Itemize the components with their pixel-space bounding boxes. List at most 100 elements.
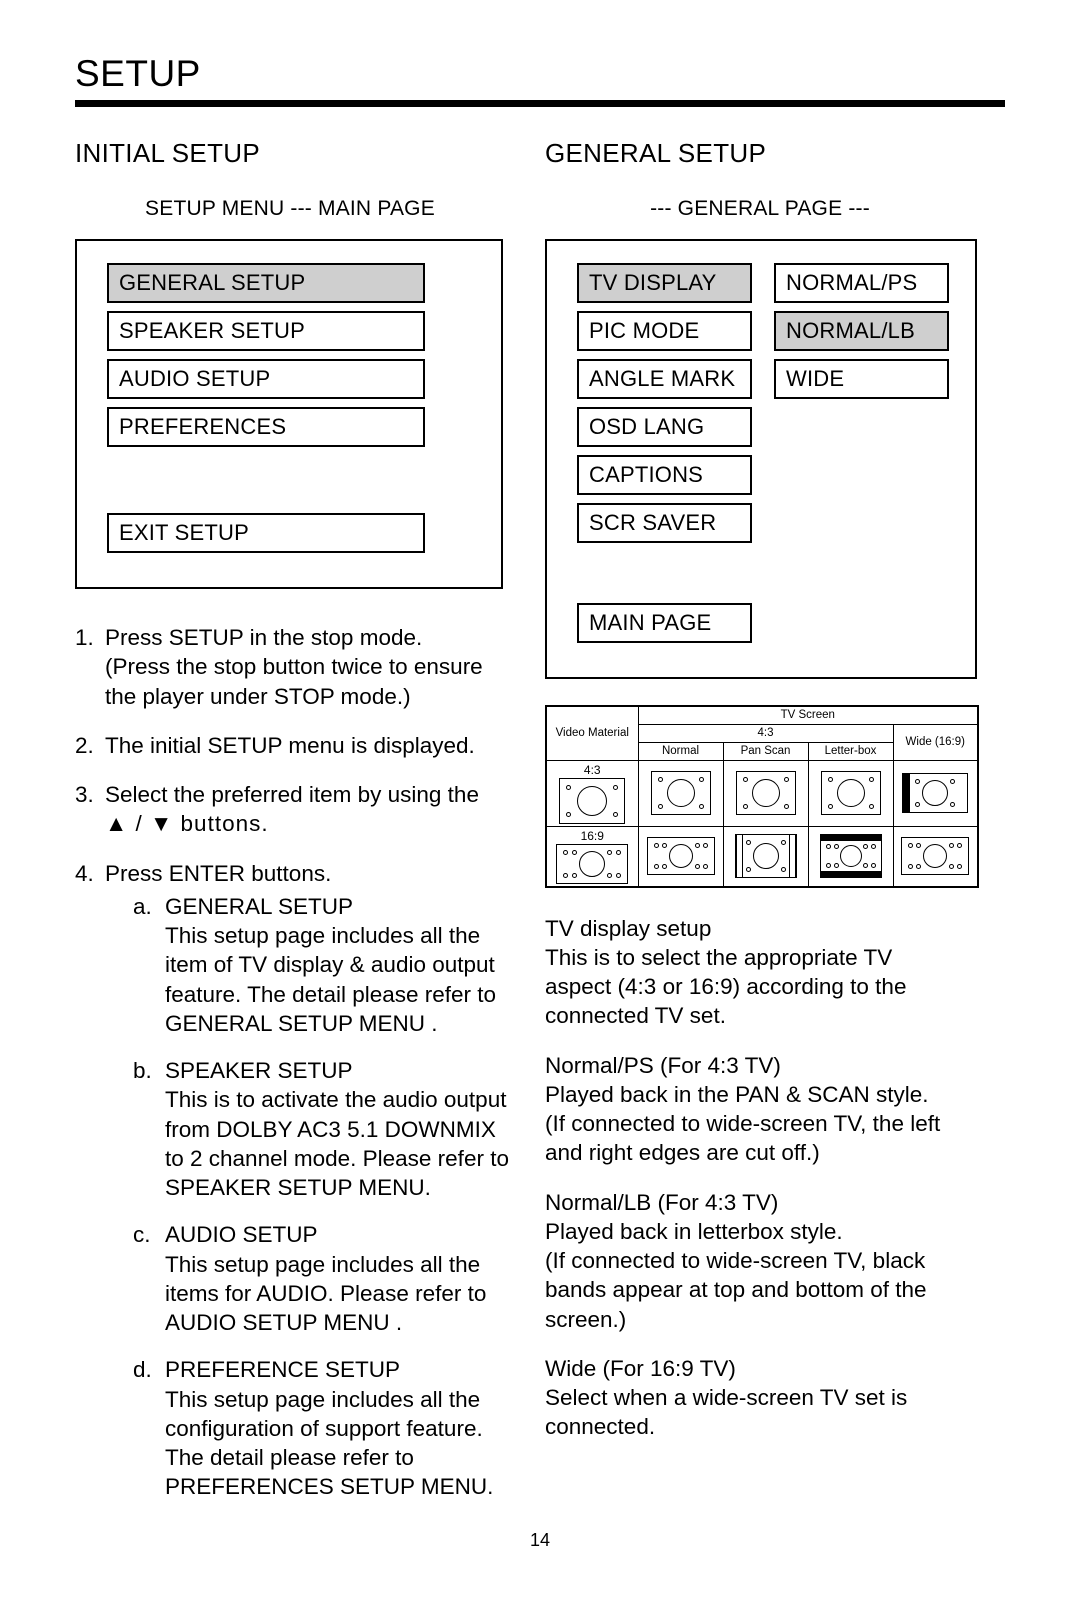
step-2-body: The initial SETUP menu is displayed.	[105, 731, 535, 760]
left-column: INITIAL SETUP SETUP MENU --- MAIN PAGE G…	[75, 138, 535, 1540]
tv-dot-icon	[950, 779, 956, 784]
left-section-title: INITIAL SETUP	[75, 138, 260, 168]
tv-crop-marker	[788, 835, 796, 877]
paragraph-line: screen.)	[545, 1306, 627, 1332]
tv-dot-icon	[653, 864, 659, 869]
tv-dot-icon	[657, 777, 663, 782]
step-4-sublist: a. GENERAL SETUP This setup page include…	[105, 892, 535, 1502]
paragraph-line: and right edges are cut off.)	[545, 1140, 820, 1166]
menu-item-speaker-setup[interactable]: SPEAKER SETUP	[107, 311, 425, 351]
tv-dot-icon	[868, 777, 874, 782]
paragraph-line: connected TV set.	[545, 1003, 726, 1029]
step-2-number: 2.	[75, 732, 94, 758]
paragraph-line: (If connected to wide-screen TV, the lef…	[545, 1111, 941, 1136]
menu-item-preferences[interactable]: PREFERENCES	[107, 407, 425, 447]
tv-dot-icon	[950, 802, 956, 807]
tv-dot-icon	[916, 843, 922, 848]
step-1-body: Press SETUP in the stop mode. (Press the…	[105, 623, 535, 711]
tv-circle-icon	[836, 779, 865, 807]
substep-line: SPEAKER SETUP MENU.	[165, 1175, 431, 1200]
tv-glyph-169-panscan	[734, 834, 797, 878]
tv-dot-icon	[780, 840, 786, 845]
substep-d-marker: d.	[133, 1357, 152, 1383]
substep-c-heading: AUDIO SETUP	[165, 1222, 318, 1248]
row-label-169: 16:9	[580, 828, 604, 843]
tv-dot-icon	[783, 804, 789, 809]
tv-circle-icon	[922, 780, 949, 806]
header-letter-box: Letter-box	[807, 741, 894, 761]
cell-43-normal	[637, 759, 724, 827]
menu-item-main-page[interactable]: MAIN PAGE	[577, 603, 752, 643]
step-3-number: 3.	[75, 782, 94, 807]
tv-crop-marker	[735, 835, 743, 877]
tv-dot-icon	[780, 867, 786, 872]
tv-dot-icon	[949, 864, 955, 869]
tv-dot-icon	[613, 811, 619, 817]
cell-43-wide	[892, 759, 979, 827]
option-normal-lb[interactable]: NORMAL/LB	[774, 311, 949, 351]
tv-dot-icon	[745, 840, 751, 845]
option-wide[interactable]: WIDE	[774, 359, 949, 399]
tv-dot-icon	[949, 843, 955, 848]
substep-line: to 2 channel mode. Please refer to	[165, 1145, 509, 1171]
tv-dot-icon	[698, 777, 704, 782]
menu-item-general-setup[interactable]: GENERAL SETUP	[107, 263, 425, 303]
cell-169-panscan	[722, 825, 809, 887]
tv-dot-icon	[825, 863, 831, 868]
paragraph-line: Normal/LB (For 4:3 TV)	[545, 1189, 779, 1215]
paragraph-normal-lb: Normal/LB (For 4:3 TV) Played back in le…	[545, 1188, 1005, 1334]
step-line: Select the preferred item by using the	[105, 782, 479, 807]
tv-dot-icon	[607, 849, 613, 855]
substep-line: from DOLBY AC3 5.1 DOWNMIX	[165, 1116, 496, 1142]
substep-c-body: AUDIO SETUP This setup page includes all…	[165, 1220, 535, 1337]
step-3: 3. Select the preferred item by using th…	[75, 780, 535, 839]
step-4-number: 4.	[75, 860, 94, 886]
paragraph-wide: Wide (For 16:9 TV) Select when a wide-sc…	[545, 1354, 1005, 1442]
tv-dot-icon	[868, 804, 874, 809]
menu-item-captions[interactable]: CAPTIONS	[577, 455, 752, 495]
step-1-number: 1.	[75, 625, 94, 650]
substep-line: This setup page includes all the	[165, 1251, 481, 1277]
table-row: 16:9	[545, 825, 979, 887]
tv-circle-icon	[923, 844, 948, 868]
substep-d-heading: PREFERENCE SETUP	[165, 1357, 401, 1383]
paragraph-line: connected.	[545, 1414, 656, 1440]
tv-dot-icon	[908, 843, 914, 848]
menu-item-scr-saver[interactable]: SCR SAVER	[577, 503, 752, 543]
step-line: Press ENTER buttons.	[105, 860, 332, 886]
menu-item-exit-setup[interactable]: EXIT SETUP	[107, 513, 425, 553]
tv-circle-icon	[666, 779, 695, 807]
paragraph-line: This is to select the appropriate TV	[545, 944, 893, 970]
header-normal: Normal	[637, 741, 724, 761]
tv-glyph-43-normal	[650, 771, 711, 815]
menu-item-osd-lang[interactable]: OSD LANG	[577, 407, 752, 447]
menu-item-audio-setup[interactable]: AUDIO SETUP	[107, 359, 425, 399]
menu-item-pic-mode[interactable]: PIC MODE	[577, 311, 752, 351]
substep-a: a. GENERAL SETUP This setup page include…	[105, 892, 535, 1038]
table-header-row-1: Video Material TV Screen	[545, 705, 979, 761]
tv-circle-icon	[751, 779, 780, 807]
page-title: SETUP	[75, 53, 201, 94]
substep-line: PREFERENCES SETUP MENU.	[165, 1474, 494, 1500]
substep-b: b. SPEAKER SETUP This is to activate the…	[105, 1056, 535, 1202]
substep-a-body: GENERAL SETUP This setup page includes a…	[165, 892, 535, 1038]
substep-d: d. PREFERENCE SETUP This setup page incl…	[105, 1355, 535, 1501]
tv-display-explanation: TV display setup This is to select the a…	[545, 914, 1005, 1442]
option-normal-ps[interactable]: NORMAL/PS	[774, 263, 949, 303]
substep-c-marker: c.	[133, 1222, 151, 1248]
tv-glyph-source-169	[556, 843, 629, 884]
tv-dot-icon	[694, 864, 700, 869]
paragraph-tv-display-setup: TV display setup This is to select the a…	[545, 914, 1005, 1031]
substep-line: item of TV display & audio output	[165, 952, 495, 978]
tv-dot-icon	[870, 863, 876, 868]
general-page-osd: TV DISPLAY PIC MODE ANGLE MARK OSD LANG …	[545, 239, 977, 679]
substep-line: items for AUDIO. Please refer to	[165, 1280, 487, 1306]
updown-arrow-icon-line: ▲ / ▼ buttons.	[105, 811, 269, 837]
menu-item-tv-display[interactable]: TV DISPLAY	[577, 263, 752, 303]
tv-circle-icon	[668, 844, 693, 868]
substep-c: c. AUDIO SETUP This setup page includes …	[105, 1220, 535, 1337]
tv-dot-icon	[563, 849, 569, 855]
menu-item-angle-mark[interactable]: ANGLE MARK	[577, 359, 752, 399]
tv-glyph-169-wide	[901, 837, 970, 875]
tv-dot-icon	[745, 867, 751, 872]
